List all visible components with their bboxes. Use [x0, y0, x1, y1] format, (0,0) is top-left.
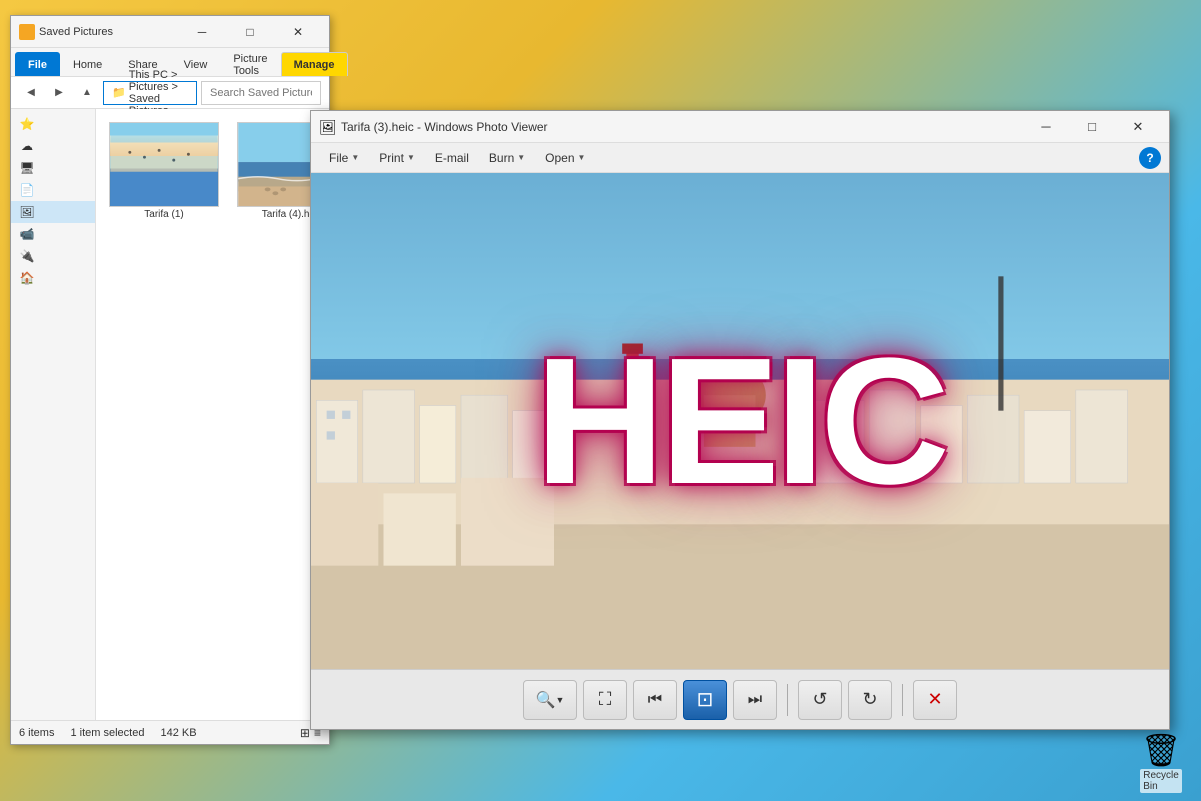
center-button[interactable]: ⊡	[683, 680, 727, 720]
viewer-titlebar: 🖼 Tarifa (3).heic - Windows Photo Viewer…	[311, 111, 1169, 143]
address-bar: ◀ ▶ ▲ 📁 This PC > Pictures > Saved Pictu…	[11, 77, 329, 109]
docs-icon: 📄	[19, 182, 35, 198]
recycle-bin-icon: 🗑	[1141, 731, 1182, 769]
photo-viewer-window: 🖼 Tarifa (3).heic - Windows Photo Viewer…	[310, 110, 1170, 730]
toolbar-separator-1	[787, 684, 788, 716]
slideshow-button[interactable]: ⛶	[583, 680, 627, 720]
view-details-btn[interactable]: ⊞	[300, 726, 310, 740]
pictures-icon: 🖼	[19, 204, 35, 220]
zoom-button[interactable]: 🔍 ▼	[523, 680, 577, 720]
tab-home[interactable]: Home	[60, 52, 115, 76]
viewer-toolbar: 🔍 ▼ ⛶ ⏮ ⊡ ⏭ ↺ ↻ ✕	[311, 669, 1169, 729]
titlebar-controls: ─ □ ✕	[179, 16, 321, 48]
explorer-body: ⭐ ☁ 🖥 📄 🖼 📹 🔌 🏠	[11, 109, 329, 720]
help-button[interactable]: ?	[1139, 147, 1161, 169]
sidebar-item-network[interactable]: 🔌	[11, 245, 95, 267]
recycle-bin[interactable]: 🗑 Recycle Bin	[1141, 731, 1181, 781]
address-path[interactable]: 📁 This PC > Pictures > Saved Pictures	[103, 81, 197, 105]
cloud-icon: ☁	[19, 138, 35, 154]
viewer-controls: ─ □ ✕	[1023, 111, 1161, 143]
explorer-window: Saved Pictures ─ □ ✕ File Home Share Vie…	[10, 15, 330, 745]
tab-file[interactable]: File	[15, 52, 60, 76]
file-menu-arrow: ▼	[351, 153, 359, 162]
viewer-maximize-button[interactable]: □	[1069, 111, 1115, 143]
file-thumb-tarifa1	[109, 122, 219, 207]
search-input[interactable]	[201, 81, 321, 105]
heic-watermark: HEIC	[535, 318, 945, 525]
delete-icon: ✕	[927, 689, 942, 710]
center-icon: ⊡	[697, 687, 714, 712]
star-icon: ⭐	[19, 116, 35, 132]
recycle-bin-label: Recycle Bin	[1140, 769, 1182, 793]
sidebar-item-desktop[interactable]: 🖥	[11, 157, 95, 179]
explorer-title-icon	[19, 24, 35, 40]
explorer-title: Saved Pictures	[39, 26, 113, 38]
videos-icon: 📹	[19, 226, 35, 242]
menu-print[interactable]: Print ▼	[369, 147, 425, 169]
forward-button[interactable]: ▶	[47, 81, 71, 105]
status-bar: 6 items 1 item selected 142 KB ⊞ ≡	[11, 720, 329, 744]
file-size: 142 KB	[160, 727, 196, 739]
sidebar-item-docs[interactable]: 📄	[11, 179, 95, 201]
home-icon: 🏠	[19, 270, 35, 286]
item-count: 6 items	[19, 727, 54, 739]
viewer-title-text: Tarifa (3).heic - Windows Photo Viewer	[341, 120, 1017, 134]
tab-picture-tools[interactable]: Picture Tools	[220, 52, 280, 76]
maximize-button[interactable]: □	[227, 16, 273, 48]
next-button[interactable]: ⏭	[733, 680, 777, 720]
photo-display: HEIC	[311, 173, 1169, 669]
up-button[interactable]: ▲	[75, 81, 99, 105]
back-button[interactable]: ◀	[19, 81, 43, 105]
file-item-tarifa1[interactable]: Tarifa (1)	[104, 117, 224, 225]
explorer-titlebar: Saved Pictures ─ □ ✕	[11, 16, 329, 48]
toolbar-separator-2	[902, 684, 903, 716]
sidebar-item-quick[interactable]: ⭐	[11, 113, 95, 135]
desktop-icon: 🖥	[19, 160, 35, 176]
zoom-dropdown-arrow: ▼	[556, 695, 565, 705]
zoom-icon: 🔍	[536, 690, 556, 710]
prev-button[interactable]: ⏮	[633, 680, 677, 720]
viewer-close-button[interactable]: ✕	[1115, 111, 1161, 143]
delete-button[interactable]: ✕	[913, 680, 957, 720]
tab-manage[interactable]: Manage	[281, 52, 348, 76]
close-button[interactable]: ✕	[275, 16, 321, 48]
viewer-minimize-button[interactable]: ─	[1023, 111, 1069, 143]
rotate-right-button[interactable]: ↻	[848, 680, 892, 720]
sidebar-item-home[interactable]: 🏠	[11, 267, 95, 289]
viewer-title-icon: 🖼	[319, 119, 335, 135]
print-menu-arrow: ▼	[407, 153, 415, 162]
burn-menu-arrow: ▼	[517, 153, 525, 162]
menu-file[interactable]: File ▼	[319, 147, 369, 169]
next-icon: ⏭	[748, 691, 762, 709]
slideshow-icon: ⛶	[599, 689, 612, 710]
network-icon: 🔌	[19, 248, 35, 264]
sidebar-item-onedrive[interactable]: ☁	[11, 135, 95, 157]
rotate-right-icon: ↻	[862, 689, 877, 710]
selected-count: 1 item selected	[70, 727, 144, 739]
viewer-menubar: File ▼ Print ▼ E-mail Burn ▼ Open ▼ ?	[311, 143, 1169, 173]
sidebar-item-videos[interactable]: 📹	[11, 223, 95, 245]
rotate-left-icon: ↺	[812, 689, 827, 710]
file-name-tarifa1: Tarifa (1)	[144, 209, 183, 220]
sidebar-item-pictures[interactable]: 🖼	[11, 201, 95, 223]
menu-email[interactable]: E-mail	[425, 147, 479, 169]
menu-open[interactable]: Open ▼	[535, 147, 595, 169]
prev-icon: ⏮	[648, 691, 662, 709]
menu-burn[interactable]: Burn ▼	[479, 147, 535, 169]
open-menu-arrow: ▼	[578, 153, 586, 162]
sidebar: ⭐ ☁ 🖥 📄 🖼 📹 🔌 🏠	[11, 109, 96, 720]
rotate-left-button[interactable]: ↺	[798, 680, 842, 720]
content-area: Tarifa (1)	[96, 109, 329, 720]
aerial-svg	[110, 123, 218, 206]
minimize-button[interactable]: ─	[179, 16, 225, 48]
